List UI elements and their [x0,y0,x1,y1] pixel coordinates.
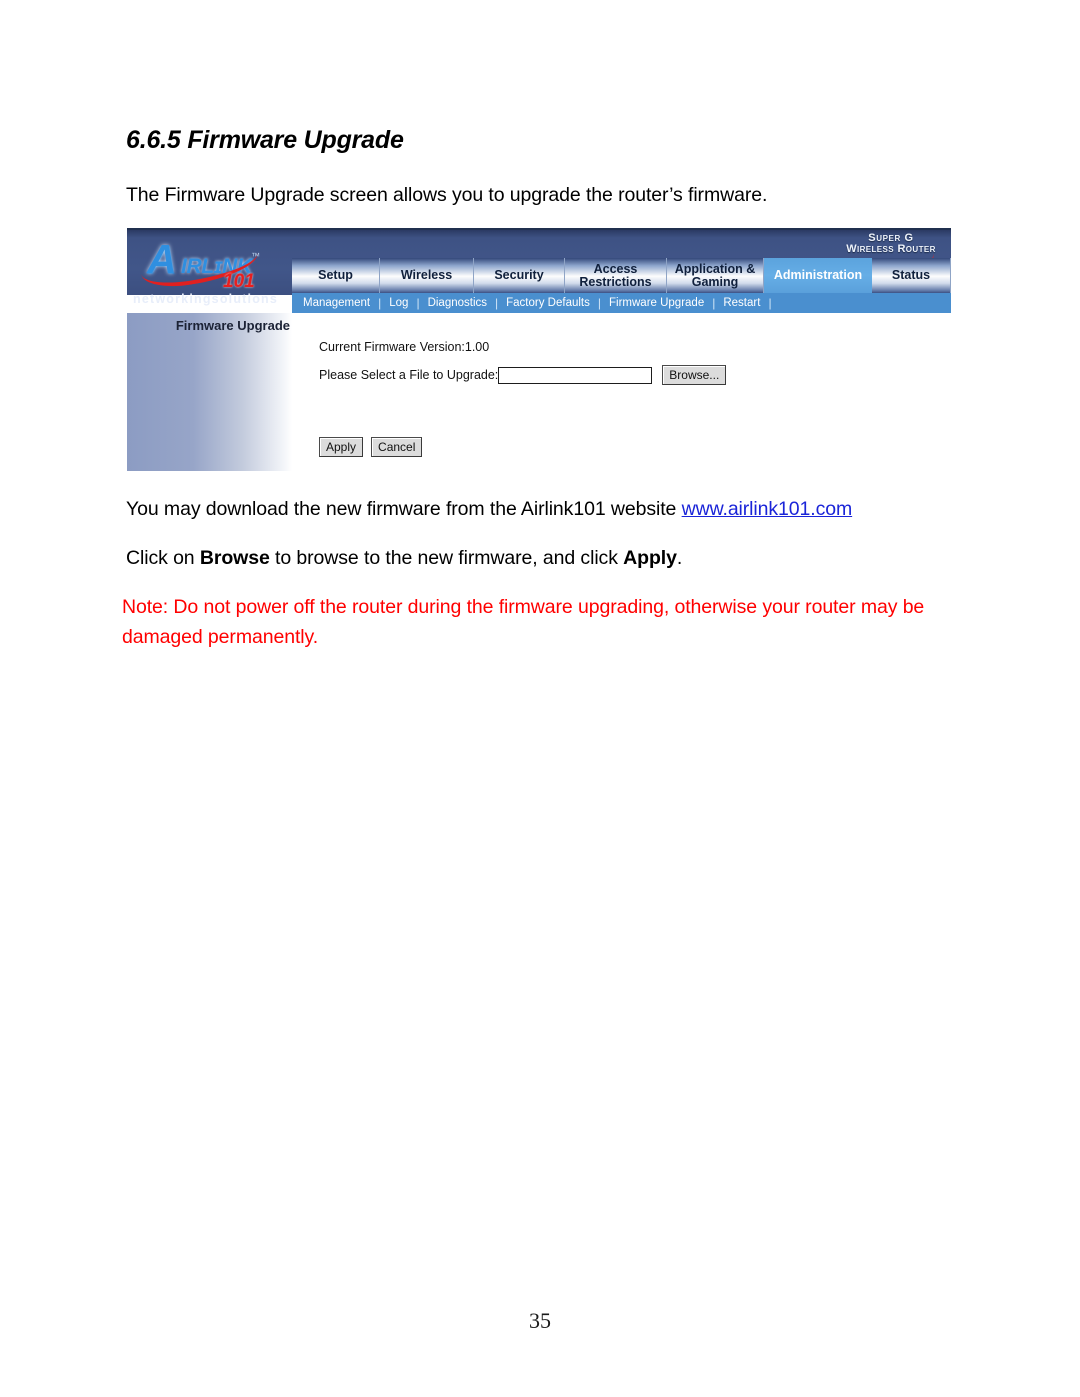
firmware-file-input[interactable] [498,366,653,384]
tab-administration[interactable]: Administration [764,258,872,293]
download-text: You may download the new firmware from t… [126,498,682,520]
document-page: 6.6.5 Firmware Upgrade The Firmware Upgr… [0,0,1080,1397]
download-paragraph: You may download the new firmware from t… [126,494,996,524]
airlink-logo: A IRLɪNK 101 ™ [139,239,281,293]
browse-emphasis: Browse [199,547,270,569]
subnav-item-factory-defaults[interactable]: Factory Defaults [499,297,597,309]
click-text-3: . [676,547,683,569]
subnav-divider: | [768,296,772,310]
subnav-item-management[interactable]: Management [296,297,377,309]
file-select-label: Please Select a File to Upgrade: [319,368,499,382]
brand-tagline: networkingsolutions [133,292,279,306]
logo-101: 101 [223,271,255,292]
airlink-website-link[interactable]: www.airlink101.com [682,498,853,520]
apply-button[interactable]: Apply [319,437,364,457]
apply-emphasis: Apply [623,547,677,569]
warning-note: Note: Do not power off the router during… [122,596,925,648]
click-text-2: to browse to the new firmware, and click [269,547,624,569]
click-text-1: Click on [126,547,200,569]
trademark-icon: ™ [251,251,260,261]
main-tab-bar: Setup Wireless Security Access Restricti… [292,258,951,293]
browse-button[interactable]: Browse... [662,365,727,385]
page-number: 35 [529,1308,551,1333]
intro-paragraph: The Firmware Upgrade screen allows you t… [126,184,768,206]
subnav-item-firmware-upgrade[interactable]: Firmware Upgrade [602,297,711,309]
section-title: Firmware Upgrade [175,318,290,333]
action-button-row: Apply Cancel [319,437,423,457]
tab-access-restrictions[interactable]: Access Restrictions [565,258,667,293]
brand-block: A IRLɪNK 101 ™ networkingsolutions [127,228,292,321]
tab-security[interactable]: Security [474,258,565,293]
click-instructions-paragraph: Click on Browse to browse to the new fir… [126,543,996,573]
tab-application-gaming[interactable]: Application & Gaming [667,258,764,293]
sub-nav-bar: Management | Log | Diagnostics | Factory… [292,293,951,313]
content-pane: Current Firmware Version:1.00 Please Sel… [292,313,951,471]
subnav-item-log[interactable]: Log [382,297,415,309]
left-rail [127,313,292,471]
current-firmware-version: Current Firmware Version:1.00 [319,340,490,354]
file-select-row: Please Select a File to Upgrade: Browse.… [319,365,727,385]
subnav-item-diagnostics[interactable]: Diagnostics [421,297,494,309]
tab-wireless[interactable]: Wireless [380,258,474,293]
router-admin-screenshot: A IRLɪNK 101 ™ networkingsolutions Super… [127,228,951,471]
cancel-button[interactable]: Cancel [371,437,423,457]
tab-status[interactable]: Status [872,258,951,293]
page-title: 6.6.5 Firmware Upgrade [126,126,404,154]
tab-setup[interactable]: Setup [292,258,380,293]
subnav-item-restart[interactable]: Restart [716,297,767,309]
